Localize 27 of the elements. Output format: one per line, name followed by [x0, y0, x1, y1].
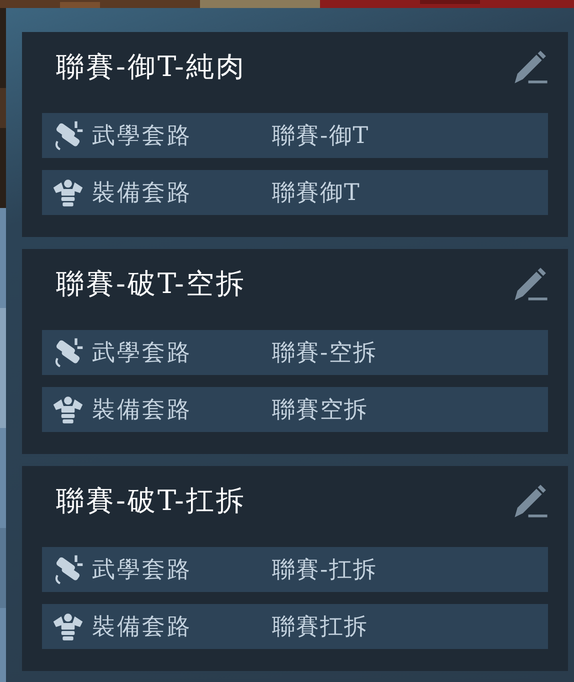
loadout-row[interactable]: 武學套路 聯賽-扛拆: [42, 547, 548, 592]
row-label: 裝備套路: [92, 613, 193, 642]
loadout-row[interactable]: 裝備套路 聯賽空拆: [42, 387, 548, 432]
row-label: 武學套路: [92, 122, 193, 151]
edit-icon[interactable]: [512, 265, 550, 303]
row-value: 聯賽-御T: [272, 122, 370, 151]
edit-icon[interactable]: [512, 48, 550, 86]
row-value: 聯賽御T: [272, 179, 360, 208]
row-label: 裝備套路: [92, 396, 193, 425]
row-value: 聯賽-空拆: [272, 339, 377, 368]
row-label: 裝備套路: [92, 179, 193, 208]
armor-icon: [52, 176, 84, 208]
loadout-row[interactable]: 武學套路 聯賽-御T: [42, 113, 548, 158]
row-label: 武學套路: [92, 556, 193, 585]
loadout-title: 聯賽-破T-扛拆: [56, 483, 246, 519]
loadout-row[interactable]: 裝備套路 聯賽扛拆: [42, 604, 548, 649]
loadout-row[interactable]: 裝備套路 聯賽御T: [42, 170, 548, 215]
row-value: 聯賽空拆: [272, 396, 368, 425]
edit-icon[interactable]: [512, 482, 550, 520]
armor-icon: [52, 610, 84, 642]
loadout-title: 聯賽-御T-純肉: [56, 49, 246, 85]
loadout-row[interactable]: 武學套路 聯賽-空拆: [42, 330, 548, 375]
row-label: 武學套路: [92, 339, 193, 368]
row-value: 聯賽-扛拆: [272, 556, 377, 585]
armor-icon: [52, 394, 84, 426]
loadout-title: 聯賽-破T-空拆: [56, 266, 246, 302]
row-value: 聯賽扛拆: [272, 613, 368, 642]
